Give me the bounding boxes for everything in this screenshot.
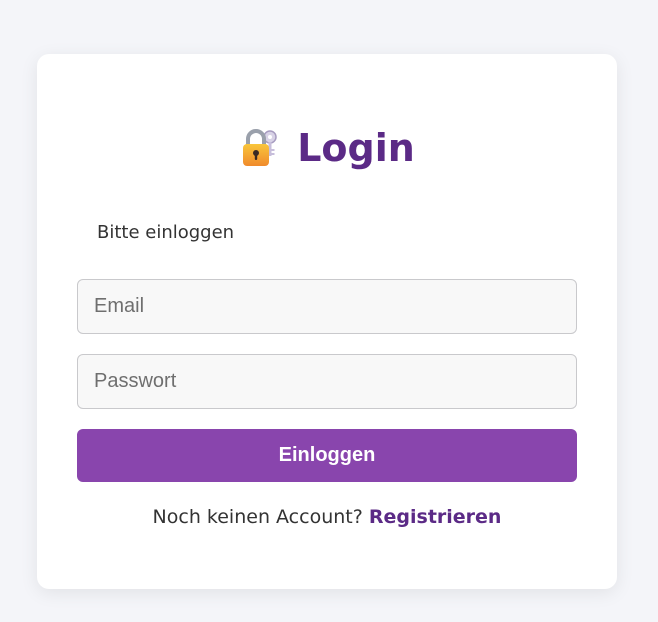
- register-link[interactable]: Registrieren: [369, 506, 502, 528]
- password-field[interactable]: [77, 354, 577, 409]
- locked-with-key-icon: [239, 127, 281, 169]
- login-subtitle: Bitte einloggen: [97, 222, 235, 243]
- register-prompt: Noch keinen Account? Registrieren: [37, 506, 617, 528]
- email-field[interactable]: [77, 279, 577, 334]
- login-button[interactable]: Einloggen: [77, 429, 577, 482]
- title-row: Login: [37, 126, 617, 170]
- login-card: Login Bitte einloggen Einloggen Noch kei…: [37, 54, 617, 589]
- register-prompt-text: Noch keinen Account?: [152, 506, 363, 528]
- page-title: Login: [297, 126, 415, 170]
